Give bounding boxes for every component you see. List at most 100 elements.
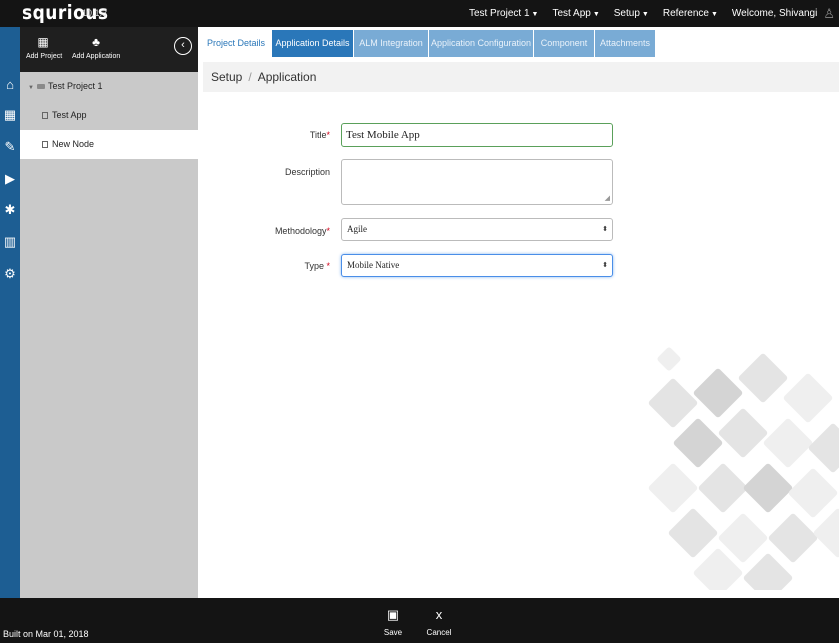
decor-diamond xyxy=(647,462,699,514)
sitemap-icon: ♣ xyxy=(92,35,100,49)
nav-app-label: Test App xyxy=(552,8,591,19)
top-nav: Test Project 1 ▼ Test App ▼ Setup ▼ Referen… xyxy=(469,0,839,27)
decorative-diamond-pattern xyxy=(630,340,839,590)
breadcrumb-current: Application xyxy=(257,70,317,84)
tree-node-label: Test App xyxy=(52,110,87,120)
decor-diamond xyxy=(737,352,789,404)
tab-attachments[interactable]: Attachments xyxy=(595,30,655,57)
decor-diamond xyxy=(787,467,839,519)
sidebar: ▦ Add Project ♣ Add Application ‹ ▼ Test … xyxy=(20,27,198,598)
calendar-icon[interactable]: ▦ xyxy=(0,107,20,123)
save-button[interactable]: ▣ Save xyxy=(380,607,406,637)
close-icon: x xyxy=(435,607,443,622)
tab-alm-integration[interactable]: ALM Integration xyxy=(354,30,428,57)
floppy-disk-icon: ▣ xyxy=(386,607,400,622)
app-version: 10.1.3 xyxy=(82,8,108,18)
tree-node-project[interactable]: ▼ Test Project 1 xyxy=(20,72,198,101)
cancel-label: Cancel xyxy=(426,628,452,637)
cancel-button[interactable]: x Cancel xyxy=(424,607,454,637)
nav-app-dropdown[interactable]: Test App ▼ xyxy=(552,8,599,19)
nav-reference-label: Reference xyxy=(662,8,709,19)
tab-application-details[interactable]: Application Details xyxy=(272,30,353,57)
bar-chart-icon[interactable]: ▥ xyxy=(0,234,20,250)
add-project-button[interactable]: ▦ Add Project xyxy=(26,35,63,60)
tree-node-label: Test Project 1 xyxy=(47,81,103,91)
select-arrows-icon: ⬍ xyxy=(602,225,608,233)
title-label-text: Title xyxy=(309,130,327,140)
welcome-user[interactable]: Welcome, Shivangi xyxy=(732,8,817,19)
home-icon[interactable]: ⌂ xyxy=(0,77,20,93)
nav-setup-label: Setup xyxy=(613,8,640,19)
description-label: Description xyxy=(284,167,330,177)
pencil-icon[interactable]: ✎ xyxy=(0,139,20,155)
methodology-label-text: Methodology xyxy=(274,226,327,236)
resize-grip-icon[interactable]: ◢ xyxy=(605,195,610,202)
title-label: Title* xyxy=(230,130,330,140)
top-bar: squrious 10.1.3 Test Project 1 ▼ Test App… xyxy=(0,0,839,27)
caret-down-icon: ▼ xyxy=(641,11,649,18)
document-icon xyxy=(42,112,48,120)
decor-diamond xyxy=(692,367,744,419)
gears-icon[interactable]: ⚙ xyxy=(0,266,20,282)
decor-diamond xyxy=(717,407,769,459)
tab-component[interactable]: Component xyxy=(534,30,594,57)
decor-diamond xyxy=(807,422,839,474)
icon-rail: ⌂ ▦ ✎ ▶ ✱ ▥ ⚙ xyxy=(0,27,20,598)
tab-bar: Project Details Application Details ALM … xyxy=(198,27,839,57)
caret-down-icon: ▼ xyxy=(592,11,600,18)
methodology-value: Agile xyxy=(347,224,367,234)
decor-diamond xyxy=(667,507,719,559)
tree-node-test-app[interactable]: Test App xyxy=(20,101,198,130)
project-tree: ▼ Test Project 1 Test App New Node xyxy=(20,72,198,159)
tab-application-configuration[interactable]: Application Configuration xyxy=(429,30,533,57)
methodology-select[interactable]: Agile ⬍ xyxy=(341,218,613,241)
decor-diamond xyxy=(647,377,699,429)
type-value: Mobile Native xyxy=(347,260,400,270)
nav-reference-dropdown[interactable]: Reference ▼ xyxy=(663,8,718,19)
required-mark: * xyxy=(326,261,330,271)
select-arrows-icon: ⬍ xyxy=(602,261,608,269)
decor-diamond xyxy=(742,552,794,590)
type-label: Type * xyxy=(230,261,330,271)
user-icon[interactable]: ♙ xyxy=(823,6,835,22)
description-textarea[interactable]: ◢ xyxy=(341,159,613,205)
required-mark: * xyxy=(326,130,330,140)
breadcrumb-setup[interactable]: Setup xyxy=(211,70,242,84)
collapse-sidebar-button[interactable]: ‹ xyxy=(174,37,192,55)
nav-setup-dropdown[interactable]: Setup ▼ xyxy=(614,8,649,19)
nav-project-label: Test Project 1 xyxy=(468,8,530,19)
tree-expand-icon[interactable]: ▼ xyxy=(28,85,34,91)
breadcrumb: Setup / Application xyxy=(203,62,839,92)
decor-diamond xyxy=(672,417,724,469)
bottom-bar: Built on Mar 01, 2018 ▣ Save x Cancel xyxy=(0,598,839,643)
add-application-label: Add Application xyxy=(72,53,121,60)
decor-diamond xyxy=(762,417,814,469)
decor-diamond xyxy=(767,512,819,564)
tree-node-label: New Node xyxy=(52,139,95,149)
tree-node-new-node[interactable]: New Node xyxy=(20,130,198,159)
add-application-button[interactable]: ♣ Add Application xyxy=(72,35,120,60)
breadcrumb-separator: / xyxy=(248,70,252,84)
title-input[interactable]: Test Mobile App xyxy=(341,123,613,147)
calendar-plus-icon: ▦ xyxy=(37,35,49,49)
required-mark: * xyxy=(326,226,330,236)
sidebar-toolbar: ▦ Add Project ♣ Add Application ‹ xyxy=(20,27,198,72)
folder-icon xyxy=(36,84,45,90)
decor-diamond xyxy=(742,462,794,514)
decor-diamond xyxy=(782,372,834,424)
caret-down-icon: ▼ xyxy=(531,11,539,18)
tab-project-details[interactable]: Project Details xyxy=(202,30,270,57)
nav-project-dropdown[interactable]: Test Project 1 ▼ xyxy=(469,8,539,19)
play-icon[interactable]: ▶ xyxy=(0,171,20,187)
caret-down-icon: ▼ xyxy=(710,11,718,18)
type-label-text: Type xyxy=(304,261,324,271)
bug-icon[interactable]: ✱ xyxy=(0,202,20,218)
type-select[interactable]: Mobile Native ⬍ xyxy=(341,254,613,277)
methodology-label: Methodology* xyxy=(230,226,330,236)
document-icon xyxy=(42,141,48,149)
add-project-label: Add Project xyxy=(26,53,63,60)
save-label: Save xyxy=(383,628,403,637)
build-date: Built on Mar 01, 2018 xyxy=(3,629,89,639)
decor-diamond xyxy=(697,462,749,514)
decor-diamond xyxy=(812,507,839,559)
